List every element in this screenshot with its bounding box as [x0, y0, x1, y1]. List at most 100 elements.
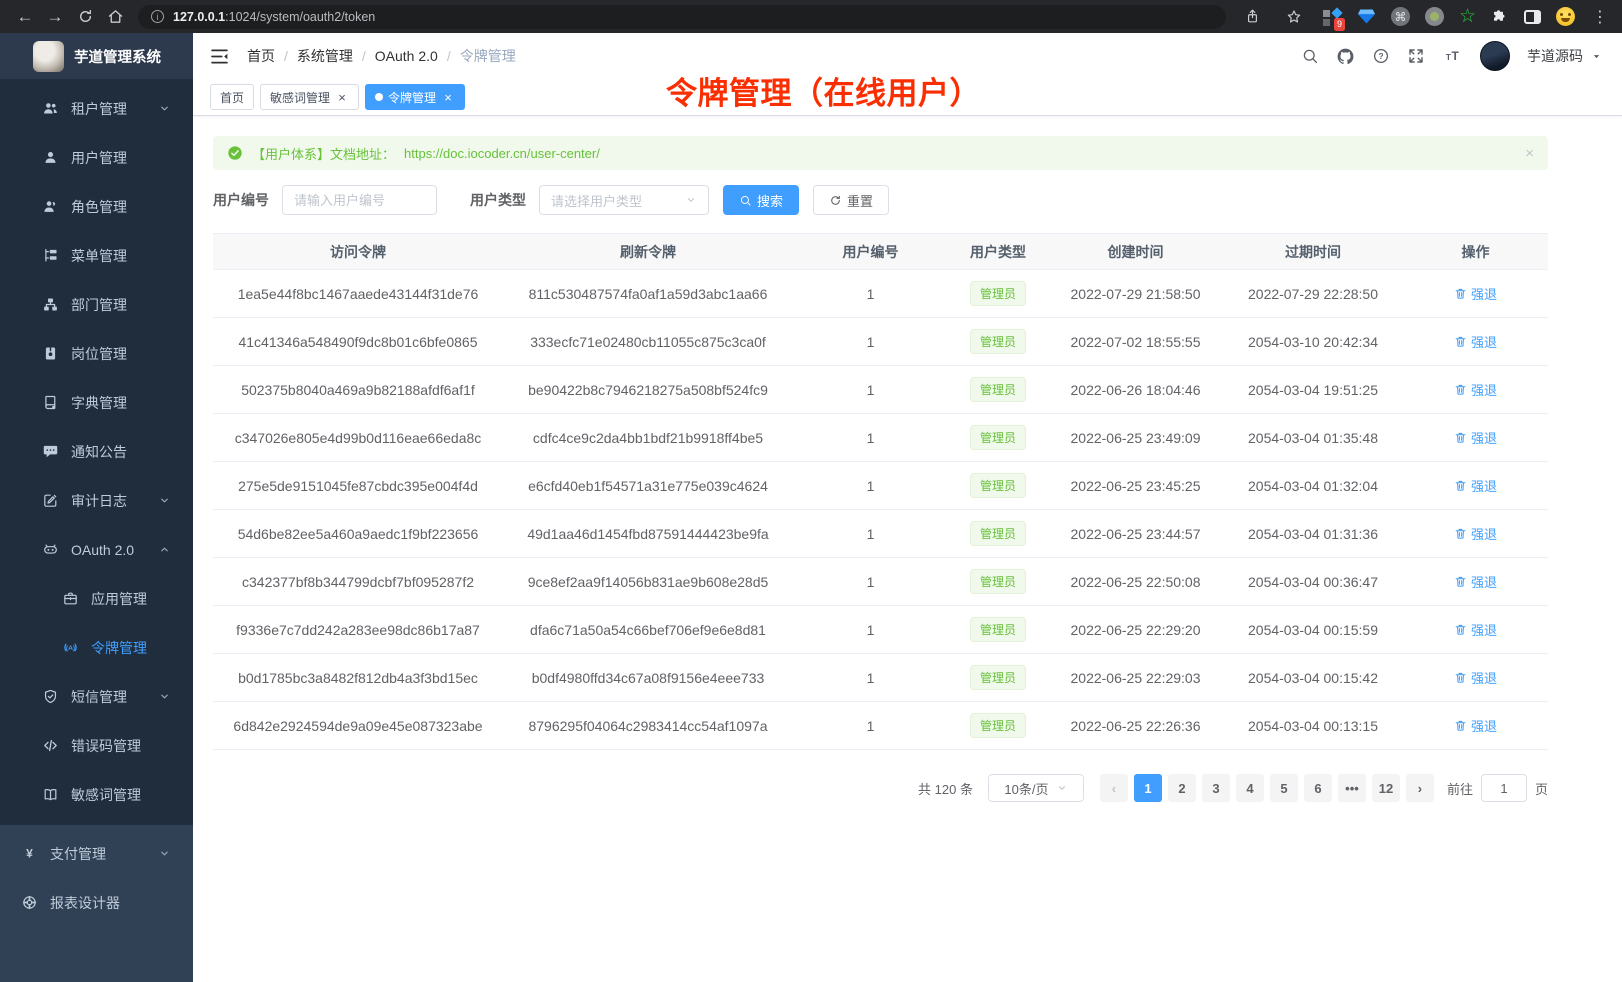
action-cell: 强退 — [1403, 270, 1548, 318]
refresh-token-cell: 9ce8ef2aa9f14056b831ae9b608e28d5 — [503, 558, 793, 606]
sidebar-item-label: 令牌管理 — [91, 638, 193, 658]
extension-record-icon[interactable] — [1425, 7, 1444, 26]
force-logout-button[interactable]: 强退 — [1454, 668, 1497, 687]
tab-token-management[interactable]: 令牌管理× — [365, 84, 465, 110]
department-icon — [42, 296, 59, 313]
refresh-token-cell: be90422b8c7946218275a508bf524fc9 — [503, 366, 793, 414]
user-type-cell: 管理员 — [948, 462, 1048, 510]
breadcrumb-separator: / — [284, 48, 288, 64]
close-icon[interactable]: × — [441, 90, 455, 104]
sidebar-item-roles[interactable]: 角色管理 — [0, 182, 193, 231]
breadcrumb-home[interactable]: 首页 — [247, 46, 275, 66]
side-panel-icon[interactable] — [1524, 10, 1541, 24]
username[interactable]: 芋道源码 — [1527, 46, 1583, 66]
extensions-puzzle-icon[interactable] — [1491, 8, 1509, 26]
profile-avatar-icon[interactable] — [1556, 7, 1575, 26]
search-button[interactable]: 搜索 — [723, 185, 799, 215]
created-at-cell: 2022-06-25 22:29:03 — [1048, 654, 1223, 702]
tab-home[interactable]: 首页 — [210, 84, 254, 110]
force-logout-button[interactable]: 强退 — [1454, 428, 1497, 447]
created-at-cell: 2022-06-25 23:44:57 — [1048, 510, 1223, 558]
sidebar-item-notice[interactable]: 通知公告 — [0, 427, 193, 476]
user-type-badge: 管理员 — [970, 665, 1026, 690]
search-icon[interactable] — [1301, 47, 1319, 65]
sidebar-item-error-code[interactable]: 错误码管理 — [0, 721, 193, 770]
page-prev-button[interactable]: ‹ — [1100, 774, 1128, 802]
sidebar-item-report-designer[interactable]: 报表设计器 — [0, 878, 193, 927]
address-bar[interactable]: i 127.0.0.1:1024/system/oauth2/token — [138, 5, 1226, 29]
font-size-icon[interactable] — [1442, 47, 1463, 65]
extension-star-icon[interactable]: ☆ — [1459, 7, 1476, 26]
sidebar-item-post[interactable]: 岗位管理 — [0, 329, 193, 378]
access-token-cell: 275e5de9151045fe87cbdc395e004f4d — [213, 462, 503, 510]
sidebar-item-sms[interactable]: 短信管理 — [0, 672, 193, 721]
forward-icon[interactable]: → — [42, 5, 68, 29]
page-6[interactable]: 6 — [1304, 774, 1332, 802]
sidebar-item-sensitive-words[interactable]: 敏感词管理 — [0, 770, 193, 819]
collapse-sidebar-icon[interactable] — [209, 46, 230, 67]
extension-gem-icon[interactable] — [1357, 8, 1376, 25]
caret-down-icon[interactable] — [1591, 51, 1602, 62]
share-icon[interactable] — [1240, 5, 1266, 29]
goto-input[interactable] — [1481, 774, 1527, 802]
force-logout-label: 强退 — [1471, 284, 1497, 303]
sidebar-item-tenants[interactable]: 租户管理 — [0, 84, 193, 133]
help-icon[interactable] — [1372, 47, 1390, 65]
page-12[interactable]: 12 — [1372, 774, 1400, 802]
doc-link[interactable]: https://doc.iocoder.cn/user-center/ — [404, 146, 600, 161]
user-type-placeholder: 请选择用户类型 — [551, 191, 642, 210]
browser-menu-icon[interactable]: ⋮ — [1590, 7, 1610, 27]
column-header: 访问令牌 — [213, 234, 503, 270]
force-logout-button[interactable]: 强退 — [1454, 716, 1497, 735]
page-next-button[interactable]: › — [1406, 774, 1434, 802]
reset-button[interactable]: 重置 — [813, 185, 889, 215]
bookmark-star-icon[interactable] — [1281, 5, 1307, 29]
sidebar-item-audit-log[interactable]: 审计日志 — [0, 476, 193, 525]
extension-command-icon[interactable]: ⌘ — [1391, 7, 1410, 26]
app-logo[interactable]: 芋道管理系统 — [0, 33, 193, 79]
audit-log-icon — [42, 492, 59, 509]
extension-grid-icon[interactable]: 9 — [1322, 7, 1342, 27]
sidebar-item-application[interactable]: 应用管理 — [0, 574, 193, 623]
chevron-down-icon — [158, 690, 171, 703]
close-icon[interactable]: × — [335, 90, 349, 104]
page-1[interactable]: 1 — [1134, 774, 1162, 802]
force-logout-button[interactable]: 强退 — [1454, 380, 1497, 399]
table-row: f9336e7c7dd242a283ee98dc86b17a87dfa6c71a… — [213, 606, 1548, 654]
token-icon — [62, 639, 79, 656]
pagination: 共 120 条 10条/页 ‹ 123456•••12 › 前往 页 — [213, 774, 1548, 802]
sidebar-item-user[interactable]: 用户管理 — [0, 133, 193, 182]
force-logout-button[interactable]: 强退 — [1454, 524, 1497, 543]
page-4[interactable]: 4 — [1236, 774, 1264, 802]
force-logout-button[interactable]: 强退 — [1454, 620, 1497, 639]
force-logout-button[interactable]: 强退 — [1454, 572, 1497, 591]
breadcrumb-oauth[interactable]: OAuth 2.0 — [375, 48, 438, 64]
force-logout-button[interactable]: 强退 — [1454, 332, 1497, 351]
user-avatar[interactable] — [1480, 41, 1510, 71]
sidebar-item-dictionary[interactable]: 字典管理 — [0, 378, 193, 427]
page-ellipsis[interactable]: ••• — [1338, 774, 1366, 802]
fullscreen-icon[interactable] — [1407, 47, 1425, 65]
sidebar-item-payment[interactable]: 支付管理 — [0, 829, 193, 878]
tab-sensitive-words[interactable]: 敏感词管理× — [260, 84, 359, 110]
breadcrumb-system[interactable]: 系统管理 — [297, 46, 353, 66]
sidebar-item-department[interactable]: 部门管理 — [0, 280, 193, 329]
user-type-select[interactable]: 请选择用户类型 — [539, 185, 709, 215]
site-info-icon[interactable]: i — [151, 10, 164, 23]
page-3[interactable]: 3 — [1202, 774, 1230, 802]
reload-icon[interactable] — [72, 5, 98, 29]
back-icon[interactable]: ← — [12, 5, 38, 29]
sidebar-item-oauth[interactable]: OAuth 2.0 — [0, 525, 193, 574]
user-type-badge: 管理员 — [970, 281, 1026, 306]
force-logout-button[interactable]: 强退 — [1454, 284, 1497, 303]
force-logout-button[interactable]: 强退 — [1454, 476, 1497, 495]
sidebar-item-token[interactable]: 令牌管理 — [0, 623, 193, 672]
page-5[interactable]: 5 — [1270, 774, 1298, 802]
sidebar-item-menu-tree[interactable]: 菜单管理 — [0, 231, 193, 280]
home-icon[interactable] — [102, 5, 128, 29]
page-2[interactable]: 2 — [1168, 774, 1196, 802]
github-icon[interactable] — [1336, 47, 1355, 66]
alert-close-icon[interactable]: × — [1525, 145, 1534, 162]
page-size-select[interactable]: 10条/页 — [988, 774, 1084, 802]
user-id-input[interactable] — [282, 185, 437, 215]
